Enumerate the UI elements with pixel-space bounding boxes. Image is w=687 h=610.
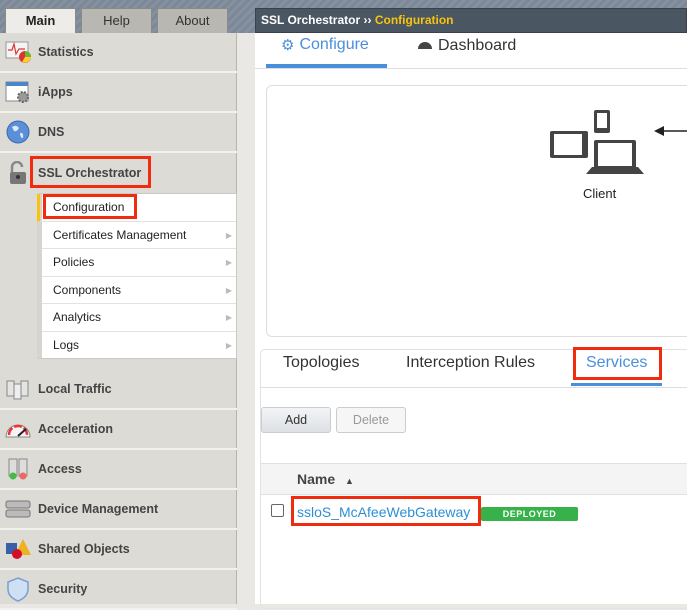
sidebar-item-acceleration[interactable]: Acceleration — [0, 410, 237, 450]
submenu-label: Certificates Management — [53, 227, 187, 242]
sidebar-item-label: Security — [38, 582, 88, 596]
tab-help[interactable]: Help — [81, 8, 152, 34]
submenu-certificates-management[interactable]: Certificates Management ▶ — [42, 222, 236, 249]
tab-topologies[interactable]: Topologies — [283, 354, 360, 372]
servers-icon — [4, 376, 32, 402]
delete-button[interactable]: Delete — [336, 407, 406, 433]
sidebar-item-label: Access — [38, 462, 82, 476]
services-panel: Topologies Interception Rules Services A… — [260, 347, 687, 609]
sidebar-item-iapps[interactable]: iApps — [0, 73, 237, 113]
tab-main[interactable]: Main — [5, 8, 76, 34]
sidebar-item-label: DNS — [38, 125, 65, 139]
sidebar-item-label: iApps — [38, 85, 73, 99]
sidebar-item-statistics[interactable]: Statistics — [0, 33, 237, 73]
sidebar-item-label: Local Traffic — [38, 382, 112, 396]
sidebar-item-device-management[interactable]: Device Management — [0, 490, 237, 530]
submenu-policies[interactable]: Policies ▶ — [42, 249, 236, 277]
highlight-box — [30, 156, 151, 188]
globe-icon — [4, 119, 32, 145]
chevron-right-icon: ▶ — [225, 340, 232, 350]
tab-dashboard[interactable]: Dashboard — [417, 36, 516, 55]
breadcrumb-section[interactable]: SSL Orchestrator — [261, 13, 360, 27]
sidebar-item-label: Device Management — [38, 502, 159, 516]
iapps-gear-icon — [4, 79, 32, 105]
highlight-box — [43, 194, 137, 219]
tab-about[interactable]: About — [157, 8, 228, 34]
sidebar-item-local-traffic[interactable]: Local Traffic — [0, 370, 237, 410]
sidebar-item-dns[interactable]: DNS — [0, 113, 237, 153]
device-stack-icon — [4, 496, 32, 522]
speedometer-icon — [4, 416, 32, 442]
breadcrumb: SSL Orchestrator ›› Configuration — [255, 8, 687, 33]
sidebar-item-label: Statistics — [38, 45, 94, 59]
chevron-right-icon: ▶ — [225, 285, 232, 295]
status-badge: DEPLOYED — [481, 507, 578, 521]
tab-label: Dashboard — [438, 36, 517, 54]
submenu-label: Analytics — [53, 310, 102, 324]
column-header-name[interactable]: Name — [297, 471, 335, 487]
sidebar-item-label: Shared Objects — [38, 542, 130, 556]
highlight-box — [573, 347, 662, 380]
chevron-right-icon: ▶ — [225, 258, 232, 267]
access-servers-icon — [4, 456, 32, 482]
submenu-components[interactable]: Components ▶ — [42, 277, 236, 304]
breadcrumb-separator: ›› — [363, 13, 372, 27]
gears-icon: ⚙ — [281, 37, 295, 54]
submenu-label: Components — [53, 282, 122, 297]
sidebar-item-access[interactable]: Access — [0, 450, 237, 490]
submenu-analytics[interactable]: Analytics ▶ — [42, 304, 236, 332]
chevron-right-icon: ▶ — [225, 230, 232, 240]
submenu-label: Policies — [53, 255, 95, 269]
highlight-box — [291, 496, 481, 526]
divider — [261, 387, 687, 388]
topology-diagram: Client — [266, 85, 687, 337]
tab-interception-rules[interactable]: Interception Rules — [406, 354, 535, 372]
divider — [255, 68, 687, 69]
breadcrumb-current: Configuration — [374, 13, 454, 27]
main-content: ⚙ Configure Dashboard Client Topologies I… — [255, 33, 687, 609]
shield-icon — [4, 576, 32, 602]
tab-label: Configure — [299, 36, 369, 53]
statistics-chart-icon — [4, 39, 32, 65]
row-checkbox[interactable] — [271, 504, 284, 517]
submenu-logs[interactable]: Logs ▶ — [42, 332, 236, 360]
tab-configure[interactable]: ⚙ Configure — [281, 36, 369, 54]
submenu-label: Logs — [53, 337, 80, 352]
client-label: Client — [583, 186, 617, 201]
table-header: Name ▲ — [261, 463, 687, 495]
client-devices-icon — [550, 110, 687, 174]
chevron-right-icon: ▶ — [225, 313, 232, 322]
table-row: ssloS_McAfeeWebGateway DEPLOYED — [261, 496, 687, 526]
sidebar-item-shared-objects[interactable]: Shared Objects — [0, 530, 237, 570]
active-tab-indicator — [571, 383, 662, 386]
sort-ascending-icon[interactable]: ▲ — [345, 476, 354, 486]
add-button[interactable]: Add — [261, 407, 331, 433]
sidebar-item-label: Acceleration — [38, 422, 114, 436]
shapes-icon — [4, 536, 32, 562]
dashboard-gauge-icon — [417, 36, 433, 55]
padlock-icon — [4, 160, 32, 186]
sidebar-item-security[interactable]: Security — [0, 570, 237, 610]
